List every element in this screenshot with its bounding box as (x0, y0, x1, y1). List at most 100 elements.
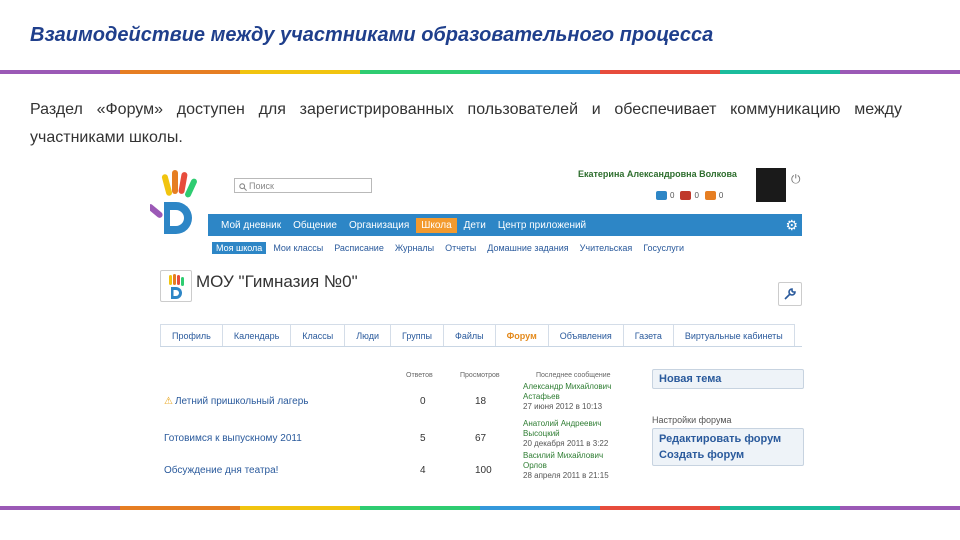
forum-settings-label: Настройки форума (652, 415, 732, 425)
counter-value: 0 (718, 191, 724, 200)
topic-title: Обсуждение дня театра! (164, 465, 279, 476)
tab-item[interactable]: Форум (494, 324, 549, 346)
subnav-item[interactable]: Мои классы (269, 242, 327, 254)
last-message-date: 27 июня 2012 в 10:13 (523, 402, 603, 411)
dnevnik-logo (150, 170, 197, 234)
edit-forum-button[interactable]: Редактировать форум (653, 431, 803, 447)
topic-views: 100 (475, 465, 492, 476)
notification-counters: 0 0 0 (656, 191, 723, 200)
top-color-stripe (0, 70, 960, 74)
stripe-segment (360, 70, 480, 74)
forum-topic-link[interactable]: Готовимся к выпускному 2011 (164, 433, 302, 444)
topic-replies: 5 (420, 433, 426, 444)
topic-replies: 4 (420, 465, 426, 476)
subnav-item[interactable]: Домашние задания (483, 242, 572, 254)
column-views: Просмотров (460, 372, 500, 379)
counter-item[interactable]: 0 (704, 191, 724, 200)
invites-icon (704, 191, 716, 200)
counter-value: 0 (694, 191, 699, 200)
subnav-item[interactable]: Моя школа (212, 242, 267, 254)
last-message-author[interactable]: Александр Михайлович Астафьев (523, 382, 615, 402)
tab-item[interactable]: Профиль (160, 324, 223, 346)
tab-item[interactable]: Газета (622, 324, 674, 346)
stripe-segment (840, 70, 960, 74)
counter-value: 0 (670, 191, 675, 200)
stripe-segment (240, 70, 360, 74)
forum-settings-panel: Редактировать форум Создать форум (652, 428, 804, 466)
tab-item[interactable]: Люди (344, 324, 392, 346)
stripe-segment (0, 506, 120, 510)
new-topic-panel: Новая тема (652, 369, 804, 389)
search-icon (239, 183, 247, 191)
stripe-segment (480, 70, 600, 74)
warning-icon: ⚠ (164, 396, 173, 407)
tab-item[interactable]: Группы (390, 324, 445, 346)
counter-item[interactable]: 0 (680, 191, 699, 200)
subnav-item[interactable]: Отчеты (441, 242, 480, 254)
stripe-segment (240, 506, 360, 510)
stripe-segment (720, 70, 840, 74)
last-message: Александр Михайлович Астафьев 27 июня 201… (523, 382, 615, 412)
forum-topic-link[interactable]: ⚠ Летний пришкольный лагерь (164, 396, 309, 407)
stripe-segment (600, 70, 720, 74)
column-last-message: Последнее сообщение (536, 372, 611, 379)
stripe-segment (720, 506, 840, 510)
counter-item[interactable]: 0 (656, 191, 674, 200)
user-name-link[interactable]: Екатерина Александровна Волкова (578, 169, 737, 179)
topic-replies: 0 (420, 396, 426, 407)
wrench-icon[interactable] (778, 282, 802, 306)
stripe-segment (360, 506, 480, 510)
tab-item[interactable]: Виртуальные кабинеты (672, 324, 795, 346)
column-replies: Ответов (406, 372, 433, 379)
tab-item[interactable]: Календарь (221, 324, 292, 346)
topnav-item[interactable]: Дети (459, 218, 491, 233)
search-input[interactable]: Поиск (234, 178, 372, 193)
bottom-color-stripe (0, 506, 960, 510)
stripe-segment (600, 506, 720, 510)
sub-navigation: Моя школа Мои классы Расписание Журналы Отче… (212, 242, 691, 254)
last-message: Василий Михайлович Орлов 28 апреля 2011 в… (523, 451, 615, 481)
topic-views: 18 (475, 396, 487, 407)
school-tabs: Профиль Календарь Классы Люди Группы Файлы Фор… (160, 324, 802, 347)
forum-topic-link[interactable]: Обсуждение дня театра! (164, 465, 278, 476)
school-name: МОУ "Гимназия №0" (196, 272, 358, 291)
tab-item[interactable]: Файлы (443, 324, 496, 346)
new-topic-button[interactable]: Новая тема (653, 370, 803, 388)
slide-title: Взаимодействие между участниками образов… (30, 24, 714, 46)
tabs-filler (794, 324, 802, 346)
topnav-item[interactable]: Организация (344, 218, 414, 233)
subnav-item[interactable]: Учительская (576, 242, 637, 254)
tab-item[interactable]: Объявления (547, 324, 624, 346)
gear-icon[interactable]: ⚙ (785, 217, 798, 234)
last-message-author[interactable]: Анатолий Андреевич Высоцкий (523, 419, 615, 439)
topnav-item[interactable]: Школа (416, 217, 457, 233)
topnav-item[interactable]: Центр приложений (493, 218, 591, 233)
subnav-item[interactable]: Госуслуги (639, 242, 688, 254)
topnav-item[interactable]: Общение (288, 218, 342, 233)
friends-icon (680, 191, 692, 200)
topnav-item[interactable]: Мой дневник (216, 218, 286, 233)
school-logo (160, 270, 192, 302)
create-forum-button[interactable]: Создать форум (653, 447, 803, 463)
subnav-item[interactable]: Журналы (391, 242, 438, 254)
last-message-date: 28 апреля 2011 в 21:15 (523, 471, 609, 480)
last-message-author[interactable]: Василий Михайлович Орлов (523, 451, 615, 471)
topic-title: Готовимся к выпускному 2011 (164, 433, 302, 444)
stripe-segment (840, 506, 960, 510)
stripe-segment (120, 70, 240, 74)
last-message: Анатолий Андреевич Высоцкий 20 декабря 20… (523, 419, 615, 449)
mail-icon (656, 191, 667, 200)
topic-views: 67 (475, 433, 487, 444)
stripe-segment (120, 506, 240, 510)
last-message-date: 20 декабря 2011 в 3:22 (523, 439, 609, 448)
subnav-item[interactable]: Расписание (330, 242, 388, 254)
topic-title: Летний пришкольный лагерь (174, 396, 309, 407)
logout-icon[interactable]: ⏻ (791, 172, 801, 187)
avatar[interactable] (756, 168, 786, 202)
stripe-segment (0, 70, 120, 74)
intro-text: Раздел «Форум» доступен для зарегистриро… (30, 101, 902, 146)
stripe-segment (480, 506, 600, 510)
top-navigation: Мой дневник Общение Организация Школа Дети Це… (208, 214, 802, 236)
screenshot: Поиск Екатерина Александровна Волкова 00… (150, 160, 810, 490)
tab-item[interactable]: Классы (290, 324, 346, 346)
